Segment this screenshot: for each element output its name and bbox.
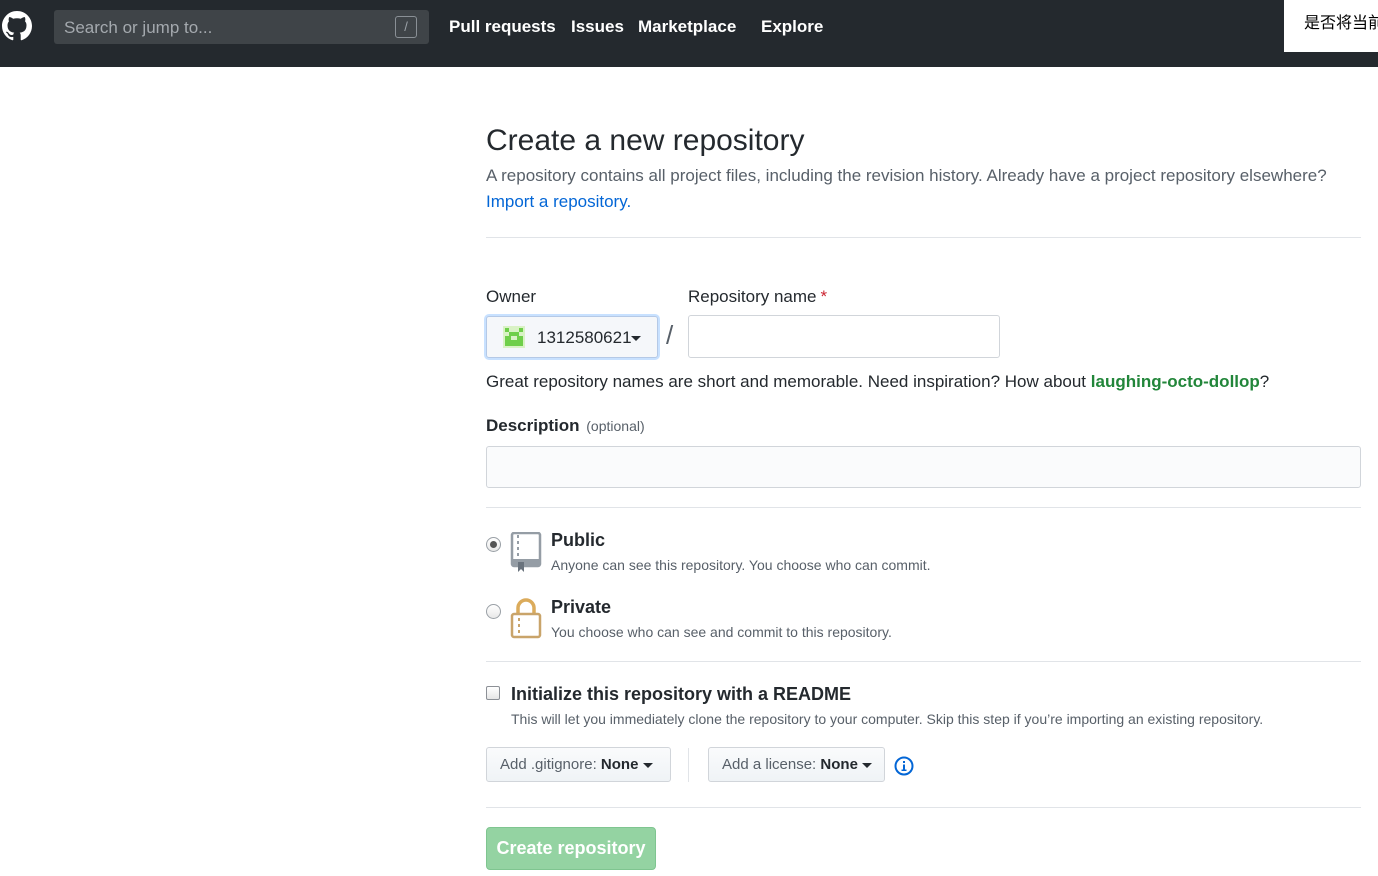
public-description: Anyone can see this repository. You choo…: [551, 557, 931, 573]
import-repository-link[interactable]: Import a repository.: [486, 192, 631, 212]
license-select-button[interactable]: Add a license: None: [708, 747, 885, 782]
readme-title[interactable]: Initialize this repository with a README: [511, 684, 851, 705]
caret-down-icon: [642, 762, 653, 768]
nav-marketplace[interactable]: Marketplace: [638, 17, 736, 37]
divider: [486, 237, 1361, 238]
page-subtitle: A repository contains all project files,…: [486, 166, 1327, 185]
owner-repo-separator: /: [666, 320, 674, 350]
repo-name-hint: Great repository names are short and mem…: [486, 372, 1269, 392]
required-mark: *: [820, 287, 828, 306]
hint-prefix: Great repository names are short and mem…: [486, 372, 1091, 391]
owner-label: Owner: [486, 287, 537, 306]
repo-icon: [510, 532, 542, 572]
page-title: Create a new repository: [486, 124, 805, 157]
readme-checkbox[interactable]: [486, 686, 500, 700]
public-title[interactable]: Public: [551, 530, 605, 551]
public-radio[interactable]: [486, 537, 501, 552]
hint-suffix: ?: [1259, 372, 1270, 391]
gitignore-label: Add .gitignore:: [500, 756, 597, 773]
nav-pull-requests[interactable]: Pull requests: [449, 17, 556, 37]
owner-select-button[interactable]: 1312580621: [486, 316, 658, 358]
repo-name-label-text: Repository name: [688, 287, 817, 306]
name-suggestion-link[interactable]: laughing-octo-dollop: [1091, 372, 1260, 391]
search-shortcut-key: /: [395, 16, 417, 38]
optional-tag: (optional): [586, 418, 645, 434]
license-value: None: [820, 756, 858, 773]
repo-name-label: Repository name *: [688, 287, 827, 307]
gitignore-select-button[interactable]: Add .gitignore: None: [486, 747, 671, 782]
private-description: You choose who can see and commit to thi…: [551, 624, 892, 640]
search-placeholder: Search or jump to...: [64, 18, 213, 37]
owner-name: 1312580621: [537, 328, 632, 347]
description-label: Description (optional): [486, 416, 645, 436]
lock-icon: [510, 598, 542, 639]
description-label-text: Description: [486, 416, 580, 435]
github-logo-icon[interactable]: [0, 9, 34, 45]
create-repository-button[interactable]: Create repository: [486, 827, 656, 870]
owner-avatar-icon: [503, 326, 525, 348]
vertical-divider: [688, 748, 689, 782]
top-header: Search or jump to... / Pull requests Iss…: [0, 0, 1378, 67]
nav-explore[interactable]: Explore: [761, 17, 823, 37]
divider: [486, 807, 1361, 808]
divider: [486, 661, 1361, 662]
description-input[interactable]: [486, 446, 1361, 488]
nav-issues[interactable]: Issues: [571, 17, 624, 37]
private-title[interactable]: Private: [551, 597, 611, 618]
search-input[interactable]: Search or jump to... /: [54, 10, 429, 44]
gitignore-value: None: [600, 756, 639, 773]
license-label: Add a license:: [722, 756, 817, 773]
divider: [486, 507, 1361, 508]
caret-down-icon: [862, 762, 873, 768]
translate-notice[interactable]: 是否将当前: [1284, 0, 1378, 52]
translate-notice-text: 是否将当前: [1304, 13, 1378, 32]
readme-description: This will let you immediately clone the …: [511, 711, 1264, 727]
private-radio[interactable]: [486, 604, 501, 619]
repository-name-input[interactable]: [688, 315, 1000, 358]
caret-down-icon: [631, 336, 641, 341]
info-icon[interactable]: [894, 756, 914, 776]
